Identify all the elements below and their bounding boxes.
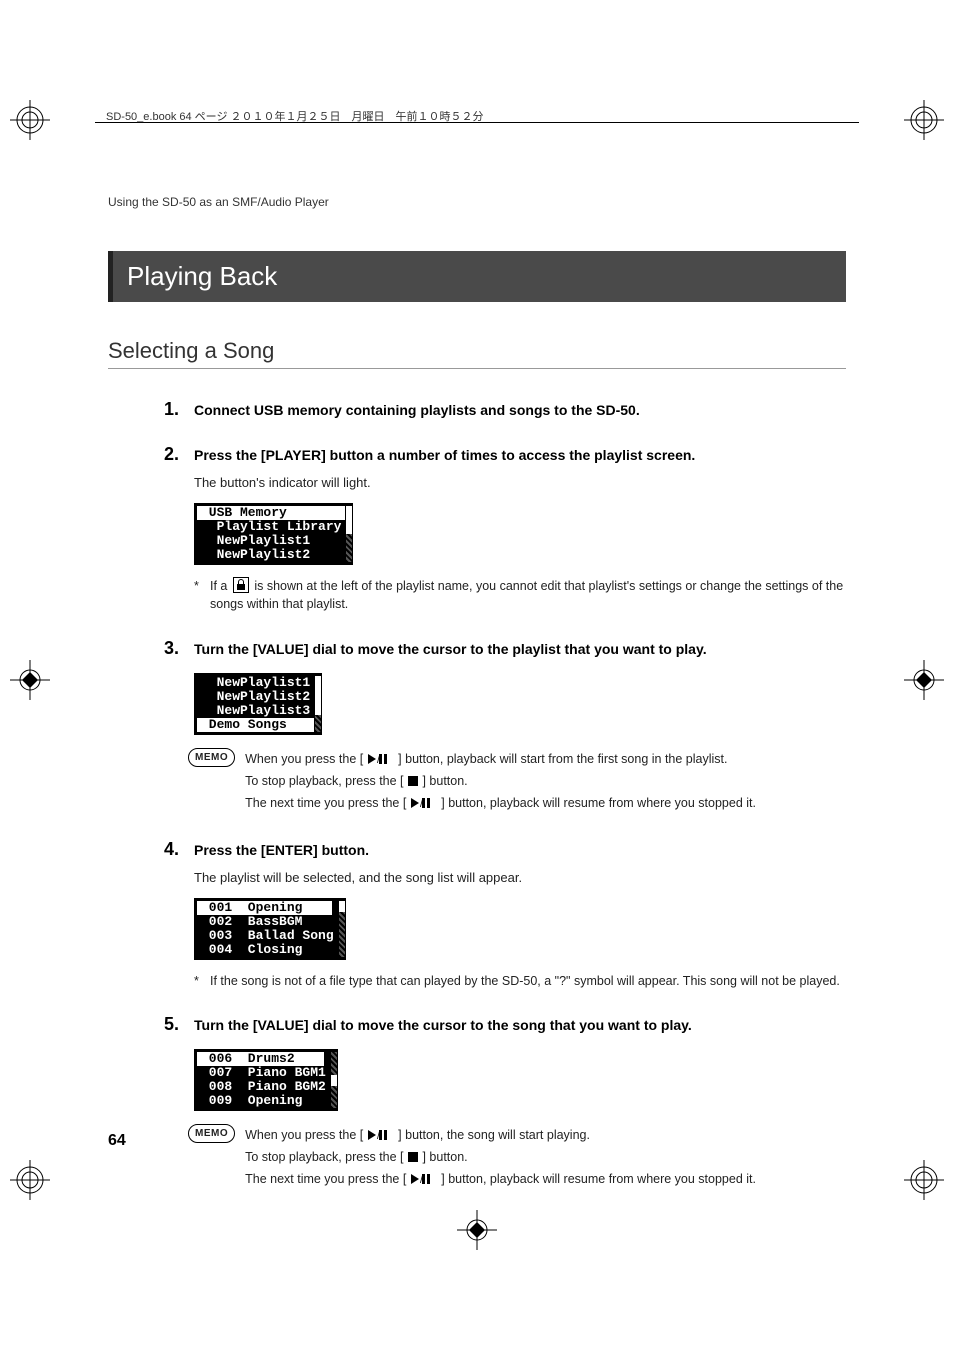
heading-2: Selecting a Song [108, 338, 846, 369]
svg-text:/: / [377, 755, 380, 765]
memo-text: When you press the [ / ] button, the son… [245, 1123, 756, 1191]
memo-line: ] button, playback will resume from wher… [438, 796, 756, 810]
lcd-line: NewPlaylist1 [197, 676, 314, 690]
svg-text:/: / [377, 1131, 380, 1141]
step-body-text: The playlist will be selected, and the s… [194, 868, 846, 888]
lcd-line: NewPlaylist2 [197, 548, 345, 562]
breadcrumb: Using the SD-50 as an SMF/Audio Player [108, 195, 846, 209]
lcd-line: 008 Piano BGM2 [197, 1080, 330, 1094]
step-number: 5. [164, 1014, 194, 1035]
registration-mark-icon [904, 100, 944, 140]
lcd-line: 006 Drums2 [197, 1052, 324, 1066]
memo-line: To stop playback, press the [ [245, 774, 407, 788]
lcd-scrollbar [346, 506, 352, 562]
step-number: 4. [164, 839, 194, 860]
lcd-scrollbar [315, 676, 321, 732]
lcd-screenshot: USB Memory Playlist Library NewPlaylist1… [194, 503, 353, 565]
registration-mark-icon [457, 1210, 497, 1250]
play-pause-icon: / [410, 1173, 438, 1185]
stop-icon [407, 775, 419, 787]
svg-text:/: / [420, 799, 423, 809]
play-pause-icon: / [410, 797, 438, 809]
step-title: Turn the [VALUE] dial to move the cursor… [194, 1017, 692, 1033]
step-5: 5. Turn the [VALUE] dial to move the cur… [164, 1014, 846, 1191]
steps: 1. Connect USB memory containing playlis… [164, 399, 846, 1191]
memo-line: ] button, playback will start from the f… [395, 752, 728, 766]
memo-line: The next time you press the [ [245, 1172, 410, 1186]
memo-line: ] button. [419, 774, 468, 788]
step-1: 1. Connect USB memory containing playlis… [164, 399, 846, 420]
lcd-line: 001 Opening [197, 901, 332, 915]
note-text: If a [210, 579, 231, 593]
lcd-screenshot: 001 Opening 002 BassBGM 003 Ballad Song … [194, 898, 346, 960]
memo: MEMO When you press the [ / ] button, th… [188, 1123, 846, 1191]
memo-line: When you press the [ [245, 1128, 367, 1142]
lcd-line: Playlist Library [197, 520, 345, 534]
footnote: * If a is shown at the left of the playl… [194, 577, 846, 615]
step-title: Press the [ENTER] button. [194, 842, 369, 858]
lcd-line: 009 Opening [197, 1094, 330, 1108]
book-header: SD-50_e.book 64 ページ ２０１０年１月２５日 月曜日 午前１０時… [106, 108, 484, 124]
step-title: Press the [PLAYER] button a number of ti… [194, 447, 695, 463]
play-pause-icon: / [367, 753, 395, 765]
lcd-scrollbar [339, 901, 345, 957]
svg-text:/: / [420, 1175, 423, 1185]
heading-1: Playing Back [108, 251, 846, 302]
step-title: Turn the [VALUE] dial to move the cursor… [194, 641, 707, 657]
step-number: 2. [164, 444, 194, 465]
memo-badge: MEMO [188, 748, 235, 767]
memo-line: When you press the [ [245, 752, 367, 766]
memo-line: ] button, playback will resume from wher… [438, 1172, 756, 1186]
registration-mark-icon [904, 660, 944, 700]
registration-mark-icon [10, 1160, 50, 1200]
page: SD-50_e.book 64 ページ ２０１０年１月２５日 月曜日 午前１０時… [0, 0, 954, 1350]
registration-mark-icon [10, 100, 50, 140]
memo-line: ] button. [419, 1150, 468, 1164]
page-number: 64 [108, 1132, 126, 1150]
lcd-line: NewPlaylist3 [197, 704, 314, 718]
step-2: 2. Press the [PLAYER] button a number of… [164, 444, 846, 614]
lcd-line: 007 Piano BGM1 [197, 1066, 330, 1080]
note-text: is shown at the left of the playlist nam… [210, 579, 843, 612]
memo-badge: MEMO [188, 1124, 235, 1143]
lcd-screenshot: NewPlaylist1 NewPlaylist2 NewPlaylist3 D… [194, 673, 322, 735]
asterisk-icon: * [194, 577, 210, 615]
step-number: 1. [164, 399, 194, 420]
stop-icon [407, 1151, 419, 1163]
lcd-line: 002 BassBGM [197, 915, 338, 929]
lcd-line: NewPlaylist1 [197, 534, 345, 548]
lcd-line: Demo Songs [197, 718, 314, 732]
note-text: If the song is not of a file type that c… [210, 972, 846, 991]
step-title: Connect USB memory containing playlists … [194, 402, 640, 418]
lcd-line: NewPlaylist2 [197, 690, 314, 704]
registration-mark-icon [10, 660, 50, 700]
lcd-line: 003 Ballad Song [197, 929, 338, 943]
play-pause-icon: / [367, 1129, 395, 1141]
memo: MEMO When you press the [ / ] button, pl… [188, 747, 846, 815]
step-4: 4. Press the [ENTER] button. The playlis… [164, 839, 846, 990]
lcd-line: USB Memory [197, 506, 345, 520]
registration-mark-icon [904, 1160, 944, 1200]
step-3: 3. Turn the [VALUE] dial to move the cur… [164, 638, 846, 815]
step-body-text: The button's indicator will light. [194, 473, 846, 493]
lcd-screenshot: 006 Drums2 007 Piano BGM1 008 Piano BGM2… [194, 1049, 338, 1111]
memo-text: When you press the [ / ] button, playbac… [245, 747, 756, 815]
memo-line: The next time you press the [ [245, 796, 410, 810]
asterisk-icon: * [194, 972, 210, 991]
content: Using the SD-50 as an SMF/Audio Player P… [108, 195, 846, 1215]
lock-icon [233, 577, 249, 593]
footnote: * If the song is not of a file type that… [194, 972, 846, 991]
lcd-scrollbar [331, 1052, 337, 1108]
step-number: 3. [164, 638, 194, 659]
lcd-line: 004 Closing [197, 943, 338, 957]
memo-line: To stop playback, press the [ [245, 1150, 407, 1164]
memo-line: ] button, the song will start playing. [395, 1128, 590, 1142]
